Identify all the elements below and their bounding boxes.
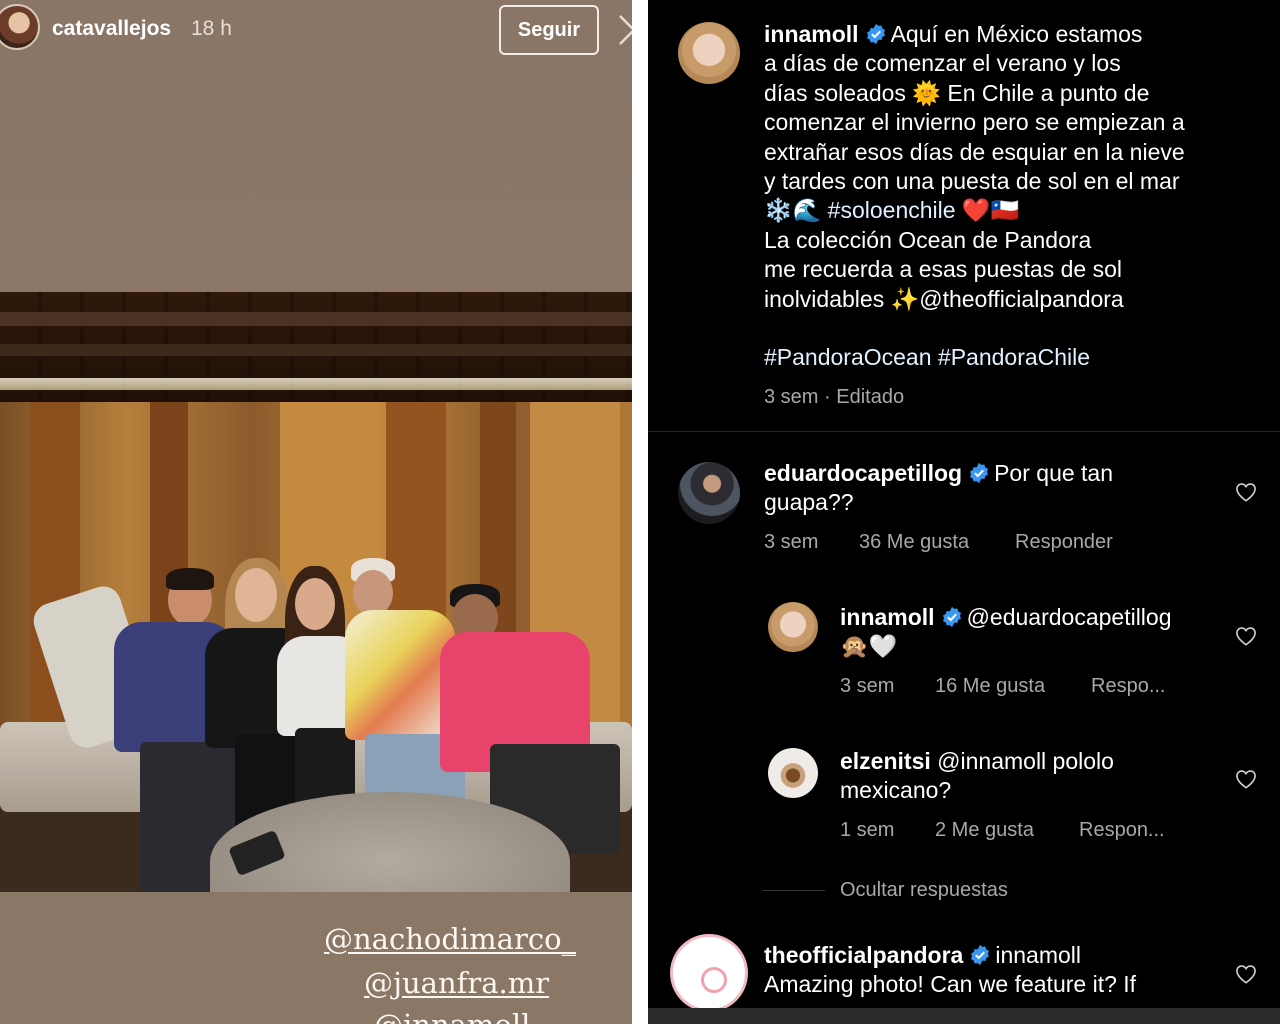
story-panel: catavallejos 18 h Seguir @nachodimarco_ … [0,0,632,1024]
post-author-username[interactable]: innamoll [764,21,859,47]
comment-body: 🙊🤍 [840,633,898,660]
comment-body: Por que tan [994,460,1114,486]
mention-sticker[interactable]: @juanfra.mr [364,966,549,1000]
story-avatar[interactable] [0,4,40,50]
verified-badge-icon [866,23,885,45]
verified-badge-icon [971,944,990,966]
comment-username[interactable]: eduardocapetillog [764,460,962,486]
caption-line: Aquí en México estamos [890,21,1143,47]
caption-line: comenzar el invierno pero se empiezan a [764,109,1185,136]
caption-line: La colección Ocean de Pandora [764,226,1092,253]
comment-body[interactable]: @eduardocapetillog [967,604,1172,630]
story-time: 18 h [191,17,232,40]
post-meta: 3 sem · Editado [764,386,905,408]
comment-text: innamoll @eduardocapetillog 🙊🤍 [840,603,1220,662]
comment-text: elzenitsi @innamoll pololo mexicano? [840,747,1220,806]
comment-username[interactable]: theofficialpandora [764,942,963,968]
caption-line: y tardes con una puesta de sol en el mar [764,168,1180,195]
hide-replies-line [763,890,825,891]
hide-replies-button[interactable]: Ocultar respuestas [840,879,1008,902]
comment-avatar[interactable] [670,934,748,1012]
caption-line: a días de comenzar el verano y los [764,50,1121,77]
story-photo [0,292,632,892]
reply-button[interactable]: Responder [1015,531,1113,554]
comment-avatar[interactable] [678,462,740,524]
story-mentions: @nachodimarco_ @juanfra.mr @innamoll [0,918,632,1024]
comment-meta: 3 sem 36 Me gusta Responder [764,531,1224,555]
comment-body[interactable]: innamoll [995,942,1081,968]
heart-icon[interactable] [1235,482,1257,502]
ceiling-beam [0,312,632,326]
follow-button[interactable]: Seguir [499,5,599,55]
caption-hashtags[interactable]: #PandoraOcean #PandoraChile [764,343,1264,372]
verified-badge-icon [970,462,989,484]
comment-meta: 3 sem 16 Me gusta Respo... [840,675,1220,699]
comment-username[interactable]: elzenitsi [840,748,931,774]
reply-button[interactable]: Respon... [1079,819,1165,842]
post-caption: innamoll Aquí en México estamos a días de… [764,20,1264,372]
verified-badge-icon [942,606,961,628]
comment-username[interactable]: innamoll [840,604,935,630]
comment-time: 3 sem [764,531,819,553]
caption-line [764,314,1264,343]
mention-sticker[interactable]: @nachodimarco_ [324,922,576,956]
comment-likes[interactable]: 36 Me gusta [859,531,969,554]
post-author-avatar[interactable] [678,22,740,84]
comment-meta: 1 sem 2 Me gusta Respon... [840,819,1220,843]
comment-text: eduardocapetillog Por que tan guapa?? [764,459,1204,518]
bottom-bar [648,1008,1280,1024]
heart-icon[interactable] [1235,769,1257,789]
caption-line: me recuerda a esas puestas de sol [764,256,1122,283]
caption-line[interactable]: ❄️🌊 #soloenchile ❤️🇨🇱 [764,196,1264,225]
ceiling-light [0,378,632,390]
heart-icon[interactable] [1235,626,1257,646]
caption-line[interactable]: inolvidables ✨@theofficialpandora [764,285,1264,314]
comments-panel: innamoll Aquí en México estamos a días de… [648,0,1280,1024]
comment-body: Amazing photo! Can we feature it? If [764,971,1137,998]
comment-likes[interactable]: 16 Me gusta [935,675,1045,698]
comment-time: 1 sem [840,819,895,841]
heart-icon[interactable] [1235,964,1257,984]
panel-divider [632,0,648,1024]
comment-body: guapa?? [764,489,854,516]
chevron-right-icon[interactable] [618,14,632,46]
story-header: catavallejos 18 h Seguir [0,0,632,62]
separator [648,431,1280,432]
comment-likes[interactable]: 2 Me gusta [935,819,1034,842]
ceiling-beam [0,344,632,356]
comment-time: 3 sem [840,675,895,697]
reply-button[interactable]: Respo... [1091,675,1165,698]
comment-avatar[interactable] [768,602,818,652]
caption-line: extrañar esos días de esquiar en la niev… [764,138,1185,165]
comment-body: @innamoll pololo [937,748,1114,774]
comment-body: mexicano? [840,777,952,804]
mention-sticker[interactable]: @innamoll [374,1008,530,1024]
comment-avatar[interactable] [768,748,818,798]
caption-line: días soleados 🌞 En Chile a punto de [764,79,1150,106]
story-username[interactable]: catavallejos [52,17,171,41]
comment-text: theofficialpandora innamoll Amazing photo… [764,941,1224,1000]
